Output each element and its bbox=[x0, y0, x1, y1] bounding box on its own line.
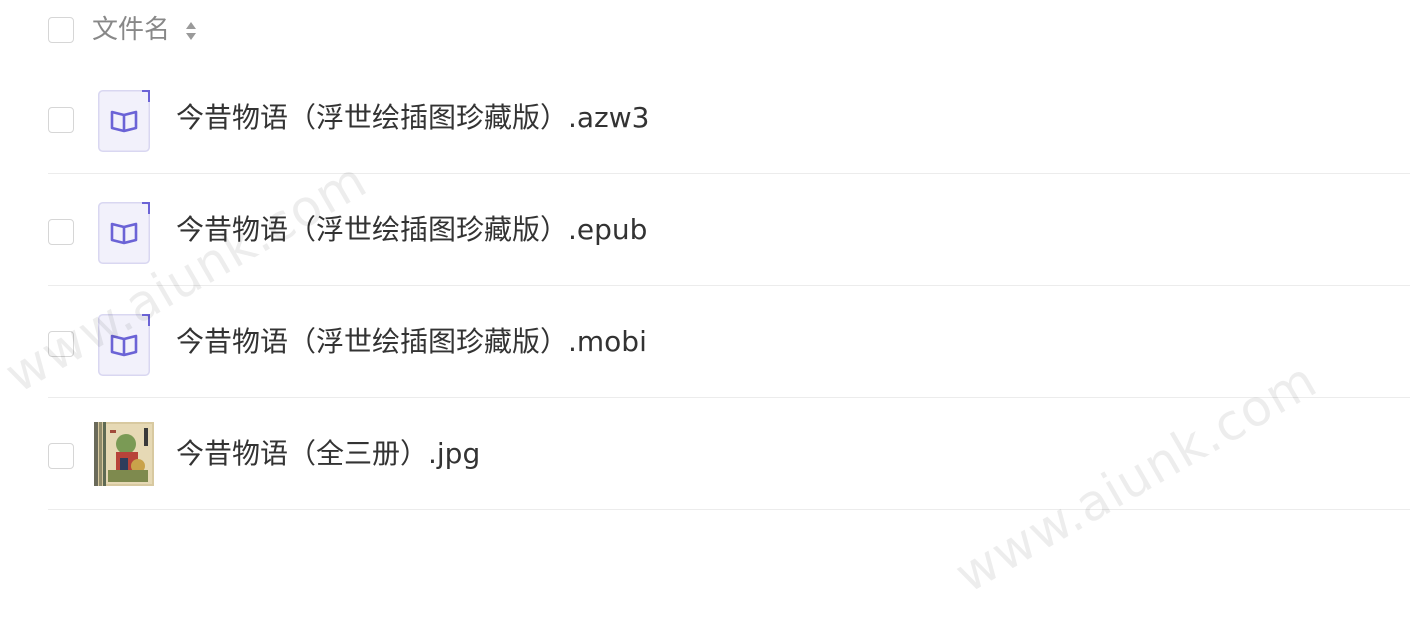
file-name[interactable]: 今昔物语（浮世绘插图珍藏版）.azw3 bbox=[176, 100, 649, 136]
row-checkbox[interactable] bbox=[48, 219, 74, 245]
file-row[interactable]: 今昔物语（浮世绘插图珍藏版）.azw3 bbox=[0, 62, 1410, 174]
image-thumbnail bbox=[94, 422, 154, 486]
row-checkbox[interactable] bbox=[48, 107, 74, 133]
row-checkbox[interactable] bbox=[48, 443, 74, 469]
file-list: 文件名 今昔物语（浮世绘插图珍藏版）.azw3 今昔物语（浮世绘插图珍藏版）.e… bbox=[0, 0, 1410, 626]
file-row[interactable]: 今昔物语（浮世绘插图珍藏版）.mobi bbox=[0, 286, 1410, 398]
sort-updown-icon[interactable] bbox=[184, 19, 198, 43]
select-all-checkbox[interactable] bbox=[48, 17, 74, 43]
book-icon bbox=[98, 314, 150, 376]
filename-column-header[interactable]: 文件名 bbox=[92, 14, 170, 46]
list-header: 文件名 bbox=[0, 0, 1410, 62]
file-name[interactable]: 今昔物语（浮世绘插图珍藏版）.epub bbox=[176, 212, 647, 248]
row-checkbox[interactable] bbox=[48, 331, 74, 357]
file-name[interactable]: 今昔物语（浮世绘插图珍藏版）.mobi bbox=[176, 324, 647, 360]
file-name[interactable]: 今昔物语（全三册）.jpg bbox=[176, 436, 480, 472]
row-divider bbox=[48, 509, 1410, 510]
book-icon bbox=[98, 202, 150, 264]
book-icon bbox=[98, 90, 150, 152]
file-row[interactable]: 今昔物语（浮世绘插图珍藏版）.epub bbox=[0, 174, 1410, 286]
file-row[interactable]: 今昔物语（全三册）.jpg bbox=[0, 398, 1410, 510]
